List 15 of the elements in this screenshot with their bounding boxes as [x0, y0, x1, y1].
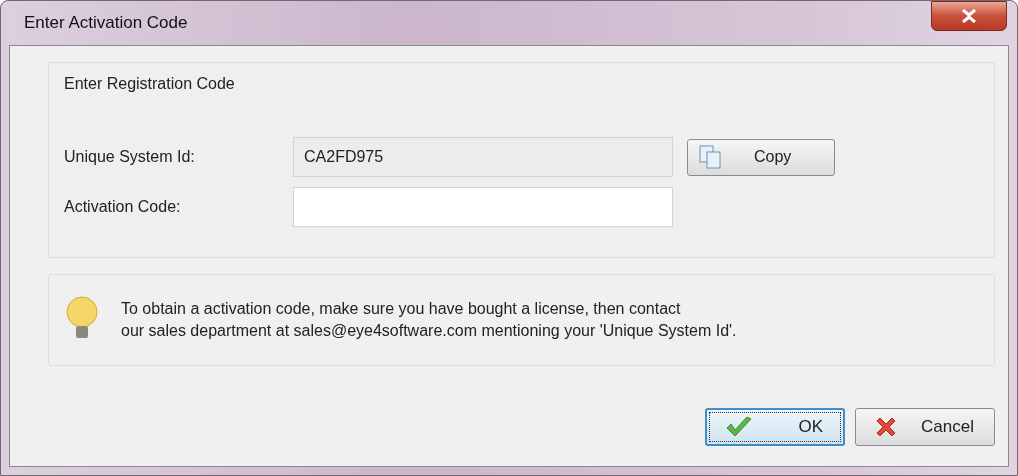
info-text: To obtain a activation code, make sure you have bought a license, then contact our sales department at sales@eye4software.com mentioning your 'Unique System Id'.	[121, 299, 737, 341]
cancel-button[interactable]: Cancel	[855, 408, 995, 446]
copy-icon	[698, 144, 724, 170]
group-title: Enter Registration Code	[64, 75, 236, 93]
input-field[interactable]	[293, 187, 673, 227]
checkmark-icon	[725, 416, 753, 438]
id-field[interactable]: CA2FD975	[293, 137, 673, 177]
copy-button[interactable]: Copy	[687, 138, 835, 176]
close-button[interactable]	[931, 1, 1007, 31]
field-label: Activation Code:	[64, 198, 182, 216]
field-label: Unique System Id:	[64, 148, 196, 166]
close-icon	[961, 9, 977, 23]
window-title: Enter Activation Code	[24, 13, 188, 33]
ok-button[interactable]: OK	[705, 408, 845, 446]
cross-icon	[874, 415, 898, 439]
